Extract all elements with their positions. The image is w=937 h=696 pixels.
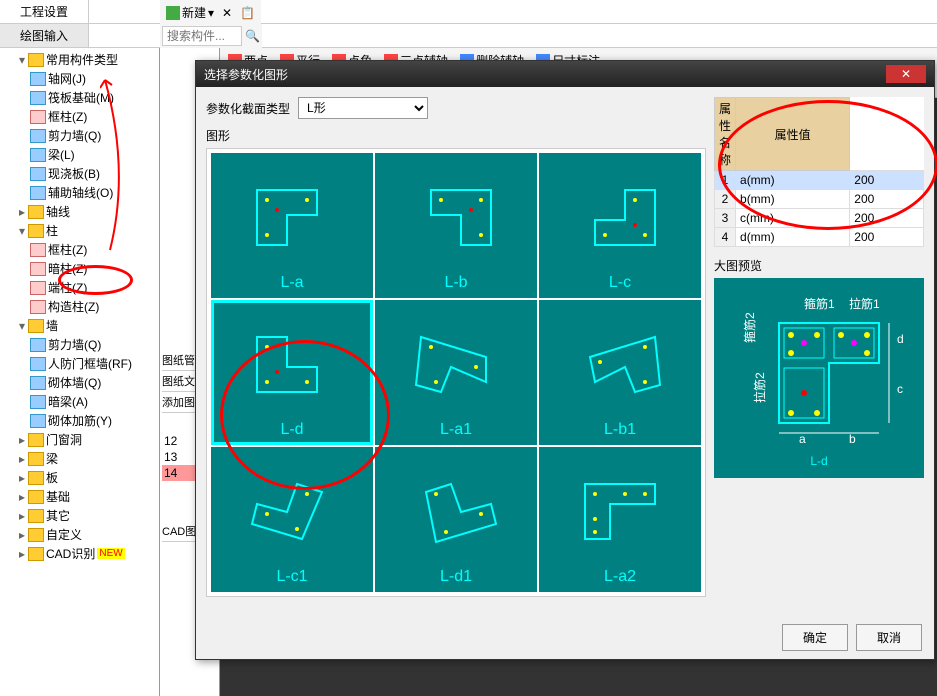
graphics-label: 图形 <box>206 127 706 144</box>
svg-text:拉筋1: 拉筋1 <box>849 296 880 311</box>
shape-la1[interactable]: L-a1 <box>375 300 537 445</box>
btn-delete-icon[interactable]: ✕ <box>218 4 236 22</box>
tree-cast-slab[interactable]: 现浇板(B) <box>2 164 157 183</box>
tab-drawing[interactable]: 绘图输入 <box>0 24 89 47</box>
tree-end-col[interactable]: 端柱(Z) <box>2 278 157 297</box>
tree-aux-axis[interactable]: 辅助轴线(O) <box>2 183 157 202</box>
property-table: 属性名称属性值 1a(mm)200 2b(mm)200 3c(mm)200 4d… <box>714 97 924 247</box>
shape-lb[interactable]: L-b <box>375 153 537 298</box>
ok-button[interactable]: 确定 <box>782 624 848 651</box>
cancel-button[interactable]: 取消 <box>856 624 922 651</box>
tree-custom[interactable]: ▸自定义 <box>2 525 157 544</box>
prop-row-4[interactable]: 4d(mm)200 <box>715 228 924 247</box>
shape-la2[interactable]: L-a2 <box>539 447 701 592</box>
tree-masonry-rein[interactable]: 砌体加筋(Y) <box>2 411 157 430</box>
preview-label: 大图预览 <box>714 257 924 274</box>
param-shape-dialog: 选择参数化图形 ✕ 参数化截面类型 L形 图形 L-a L-b L- <box>195 60 935 660</box>
svg-text:a: a <box>799 432 806 446</box>
dialog-title: 选择参数化图形 <box>204 66 288 83</box>
shape-lb1[interactable]: L-b1 <box>539 300 701 445</box>
btn-copy-icon[interactable]: 📋 <box>236 4 259 22</box>
prop-name-header: 属性名称 <box>715 98 736 171</box>
svg-text:d: d <box>897 332 904 346</box>
prop-value-header: 属性值 <box>736 98 850 171</box>
tree-other[interactable]: ▸其它 <box>2 506 157 525</box>
svg-text:箍筋1: 箍筋1 <box>804 296 835 311</box>
prop-row-2[interactable]: 2b(mm)200 <box>715 190 924 209</box>
param-type-label: 参数化截面类型 <box>206 100 290 117</box>
svg-text:拉筋2: 拉筋2 <box>752 372 767 403</box>
tree-common[interactable]: ▾常用构件类型 <box>2 50 157 69</box>
shape-la[interactable]: L-a <box>211 153 373 298</box>
close-icon[interactable]: ✕ <box>886 65 926 83</box>
tree-hidden-col[interactable]: 暗柱(Z) <box>2 259 157 278</box>
tree-foundation[interactable]: ▸基础 <box>2 487 157 506</box>
shape-ld[interactable]: L-d <box>211 300 373 445</box>
tab-engineering[interactable]: 工程设置 <box>0 0 89 23</box>
svg-text:b: b <box>849 432 856 446</box>
shape-lc1[interactable]: L-c1 <box>211 447 373 592</box>
btn-new[interactable]: 新建 ▾ <box>162 2 218 23</box>
svg-text:c: c <box>897 382 903 396</box>
search-icon[interactable]: 🔍 <box>245 29 260 43</box>
tree-slab[interactable]: ▸板 <box>2 468 157 487</box>
tree-raft[interactable]: 筏板基础(M) <box>2 88 157 107</box>
tree-frame-col2[interactable]: 框柱(Z) <box>2 240 157 259</box>
tree-shear-wall[interactable]: 剪力墙(Q) <box>2 126 157 145</box>
svg-text:L-d: L-d <box>810 454 827 468</box>
tree-door-window[interactable]: ▸门窗洞 <box>2 430 157 449</box>
param-type-select[interactable]: L形 <box>298 97 428 119</box>
tree-rf-frame[interactable]: 人防门框墙(RF) <box>2 354 157 373</box>
new-badge: NEW <box>97 548 124 559</box>
tree-axis-net[interactable]: 轴网(J) <box>2 69 157 88</box>
tree-column[interactable]: ▾柱 <box>2 221 157 240</box>
tree-masonry-wall[interactable]: 砌体墙(Q) <box>2 373 157 392</box>
tree-axis[interactable]: ▸轴线 <box>2 202 157 221</box>
tree-struct-col[interactable]: 构造柱(Z) <box>2 297 157 316</box>
component-tree: ▾常用构件类型 轴网(J) 筏板基础(M) 框柱(Z) 剪力墙(Q) 梁(L) … <box>0 48 160 696</box>
shape-lc[interactable]: L-c <box>539 153 701 298</box>
tree-beam2[interactable]: ▸梁 <box>2 449 157 468</box>
prop-row-1[interactable]: 1a(mm)200 <box>715 171 924 190</box>
search-input[interactable] <box>162 26 242 46</box>
tree-cad[interactable]: ▸CAD识别NEW <box>2 544 157 563</box>
svg-text:箍筋2: 箍筋2 <box>742 312 757 343</box>
preview-box: 箍筋1 拉筋1 箍筋2 拉筋2 a b c d L-d <box>714 278 924 478</box>
shape-grid: L-a L-b L-c L-d L-a1 <box>206 148 706 597</box>
tree-wall[interactable]: ▾墙 <box>2 316 157 335</box>
tree-shear-wall2[interactable]: 剪力墙(Q) <box>2 335 157 354</box>
prop-row-3[interactable]: 3c(mm)200 <box>715 209 924 228</box>
tree-hidden-beam[interactable]: 暗梁(A) <box>2 392 157 411</box>
tree-beam[interactable]: 梁(L) <box>2 145 157 164</box>
tree-frame-col[interactable]: 框柱(Z) <box>2 107 157 126</box>
shape-ld1[interactable]: L-d1 <box>375 447 537 592</box>
